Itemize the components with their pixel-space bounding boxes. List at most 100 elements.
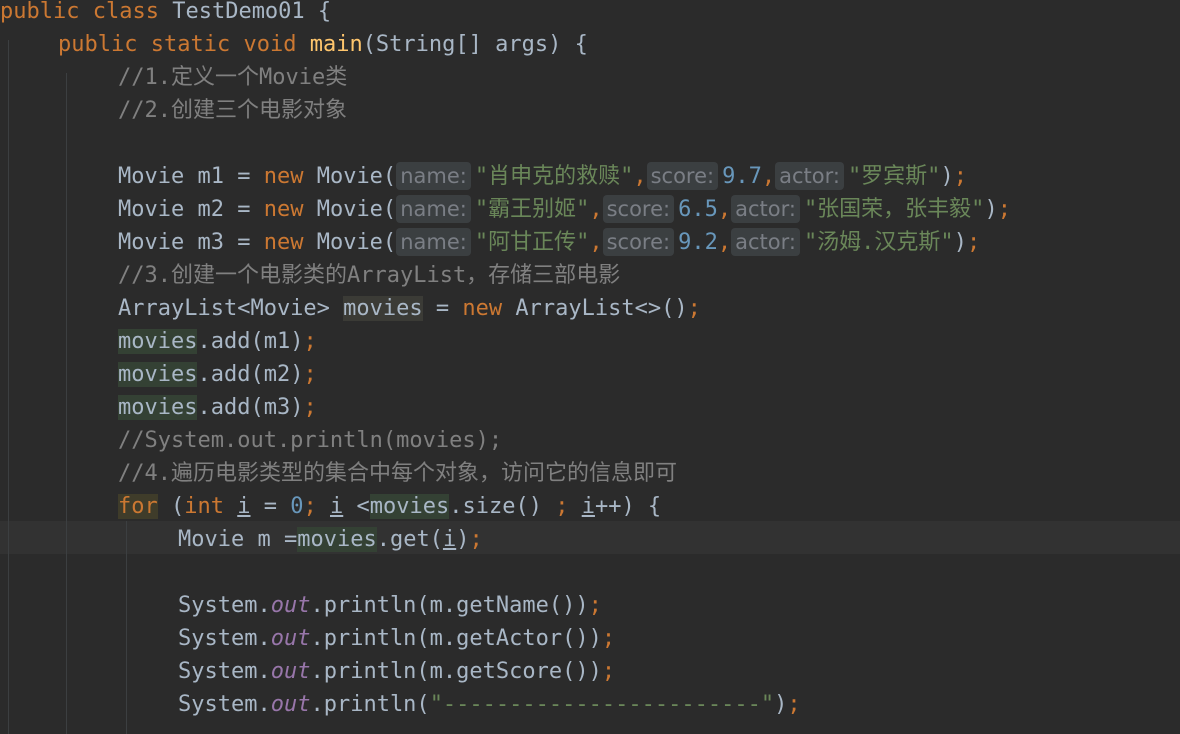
param-hint-score: score: [646, 162, 719, 190]
comma: , [589, 197, 603, 222]
comment: //1.定义一个Movie类 [118, 65, 348, 90]
keyword: public [0, 0, 80, 24]
paren: ) [984, 197, 998, 222]
assign: = [250, 494, 291, 519]
loop-variable: i [581, 494, 595, 519]
class-ref: System. [178, 659, 271, 684]
number-literal: 9.2 [678, 230, 718, 255]
semicolon: ; [469, 527, 483, 552]
code-editor[interactable]: public class TestDemo01 { public static … [0, 0, 1180, 734]
code-line-14[interactable]: //4.遍历电影类型的集合中每个对象，访问它的信息即可 [0, 457, 1180, 490]
method-call: .println(m.getScore()) [310, 659, 602, 684]
code-line-2[interactable]: public static void main(String[] args) { [0, 28, 1180, 61]
keyword: new [263, 164, 304, 189]
method-call: .println( [310, 692, 430, 717]
semicolon: ; [997, 197, 1011, 222]
declaration: Movie m2 = [118, 197, 264, 222]
constructor: Movie( [316, 197, 397, 222]
keyword: new [263, 230, 304, 255]
method-call: .size() [449, 494, 556, 519]
loop-variable: i [442, 527, 457, 552]
param-hint-name: name: [396, 195, 471, 223]
declaration: Movie m1 = [118, 164, 264, 189]
param-hint-name: name: [396, 228, 471, 256]
operator: < [343, 494, 370, 519]
assign: = [422, 296, 463, 321]
method-name: main [309, 32, 363, 57]
keyword: new [462, 296, 503, 321]
method-call: .println(m.getName()) [310, 593, 589, 618]
code-line-print-2[interactable]: System.out.println(m.getActor()); [0, 622, 1180, 655]
code-line-add-1[interactable]: movies.add(m1); [0, 325, 1180, 358]
comma: , [589, 230, 603, 255]
code-line-movie-2[interactable]: Movie m2 = new Movie(name: "霸王别姬", score: 6… [0, 193, 1180, 226]
code-line-13[interactable]: //System.out.println(movies); [0, 424, 1180, 457]
comment: //System.out.println(movies); [118, 428, 503, 453]
comma: , [717, 230, 732, 255]
semicolon: ; [588, 593, 602, 618]
class-ref: System. [178, 692, 271, 717]
comment: //2.创建三个电影对象 [118, 98, 347, 123]
param-hint-name: name: [396, 162, 471, 190]
code-line-8[interactable]: //3.创建一个电影类的ArrayList，存储三部电影 [0, 259, 1180, 292]
declaration: Movie m = [178, 527, 298, 552]
code-line-3[interactable]: //1.定义一个Movie类 [0, 61, 1180, 94]
loop-variable: i [237, 494, 251, 519]
variable-usage: movies [369, 494, 450, 519]
semicolon: ; [966, 230, 981, 255]
paren: ) [940, 164, 954, 189]
semicolon: ; [687, 296, 701, 321]
code-line-15[interactable]: for (int i = 0; i <movies.size() ; i++) … [0, 490, 1180, 523]
keyword: public [58, 32, 138, 57]
loop-variable: i [330, 494, 344, 519]
variable-usage: movies [118, 329, 198, 354]
string-literal: "汤姆.汉克斯" [803, 230, 954, 255]
constructor: Movie( [316, 164, 397, 189]
param-hint-actor: actor: [731, 195, 800, 223]
keyword: void [243, 32, 297, 57]
code-line-movie-1[interactable]: Movie m1 = new Movie(name: "肖申克的救赎", score… [0, 160, 1180, 193]
method-call: .add(m1) [197, 329, 304, 354]
param-hint-actor: actor: [731, 228, 800, 256]
code-line-movie-3[interactable]: Movie m3 = new Movie(name: "阿甘正传", score: 9… [0, 226, 1180, 259]
string-literal: "------------------------" [429, 692, 775, 717]
semicolon: ; [303, 362, 317, 387]
code-line-print-4[interactable]: System.out.println("--------------------… [0, 688, 1180, 721]
code-line-print-3[interactable]: System.out.println(m.getScore()); [0, 655, 1180, 688]
code-line-print-1[interactable]: System.out.println(m.getName()); [0, 589, 1180, 622]
number-literal: 9.7 [722, 164, 762, 189]
string-literal: "罗宾斯" [847, 164, 941, 189]
param-hint-actor: actor: [775, 162, 844, 190]
keyword: static [150, 32, 231, 57]
code-line-16[interactable]: Movie m =movies.get(i); [0, 523, 1180, 556]
code-line-1[interactable]: public class TestDemo01 { [0, 0, 1180, 28]
class-ref: System. [178, 593, 271, 618]
variable-usage: movies [118, 362, 198, 387]
keyword: class [92, 0, 159, 24]
static-field: out [270, 692, 311, 717]
code-line-9[interactable]: ArrayList<Movie> movies = new ArrayList<… [0, 292, 1180, 325]
semicolon: ; [555, 494, 569, 519]
constructor: Movie( [316, 230, 397, 255]
comment: //3.创建一个电影类的ArrayList，存储三部电影 [118, 263, 621, 288]
comma: , [717, 197, 732, 222]
code-line-4[interactable]: //2.创建三个电影对象 [0, 94, 1180, 127]
class-name: TestDemo01 [172, 0, 305, 24]
brace: { [304, 0, 332, 24]
method-call: .add(m2) [197, 362, 304, 387]
params: (String[] args) { [362, 32, 588, 57]
semicolon: ; [953, 164, 967, 189]
method-call: .add(m3) [197, 395, 304, 420]
code-line-add-3[interactable]: movies.add(m3); [0, 391, 1180, 424]
code-line-add-2[interactable]: movies.add(m2); [0, 358, 1180, 391]
paren: ) [774, 692, 788, 717]
variable-declaration: movies [343, 296, 423, 321]
keyword: int [184, 494, 224, 519]
semicolon: ; [303, 329, 317, 354]
method-call: .println(m.getActor()) [310, 626, 602, 651]
keyword: for [118, 494, 158, 519]
constructor: ArrayList<>() [515, 296, 688, 321]
semicolon: ; [601, 659, 616, 684]
comma: , [761, 164, 776, 189]
static-field: out [270, 659, 311, 684]
